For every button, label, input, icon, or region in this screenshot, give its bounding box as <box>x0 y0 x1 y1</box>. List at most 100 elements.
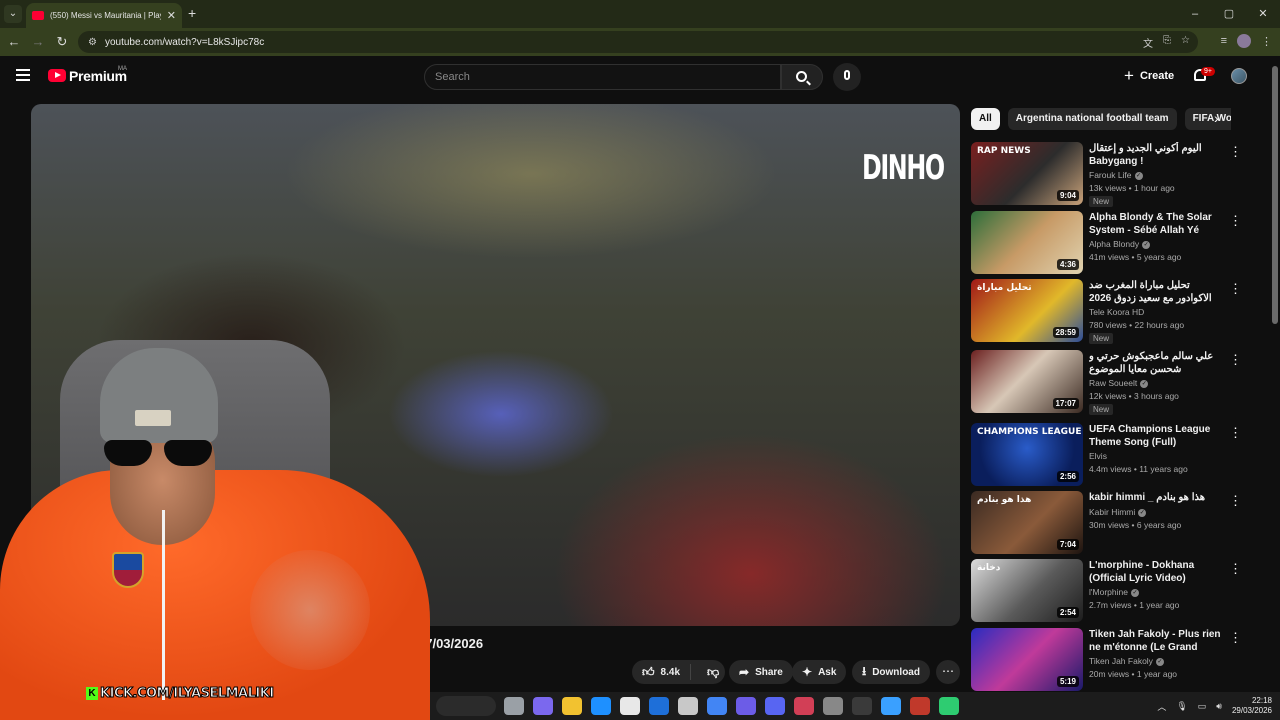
tray-chevron-icon[interactable]: ︿ <box>1157 700 1166 713</box>
recommendation-channel[interactable]: Elvis <box>1089 451 1107 461</box>
recommendation-title[interactable]: L'morphine - Dokhana (Official Lyric Vid… <box>1089 559 1224 585</box>
duration-badge: 7:04 <box>1056 539 1079 550</box>
tab-search-icon[interactable]: ⌄ <box>4 5 22 23</box>
menu-icon[interactable] <box>16 69 30 81</box>
more-options-icon[interactable]: ⋮ <box>1229 352 1242 368</box>
search-input[interactable]: Search <box>424 64 781 90</box>
recommendation-thumbnail[interactable]: هذا هو بنادم 7:04 <box>971 491 1083 554</box>
recommendation-thumbnail[interactable]: دخانة 2:54 <box>971 559 1083 622</box>
recommendation-item[interactable]: CHAMPIONS LEAGUE 2:56 UEFA Champions Leagu… <box>971 423 1251 487</box>
recommendation-title[interactable]: تحليل مباراة المغرب ضد الاكوادور مع سعيد… <box>1089 279 1224 305</box>
recommendation-item[interactable]: هذا هو بنادم 7:04 kabir himmi _ هذا هو بنا… <box>971 491 1251 555</box>
recommendation-channel[interactable]: l'Morphine ✓ <box>1089 587 1139 597</box>
taskbar-app-icon[interactable] <box>939 697 959 715</box>
taskbar-app-icon[interactable] <box>736 697 756 715</box>
taskbar-app-icon[interactable] <box>678 697 698 715</box>
taskbar-app-icon[interactable] <box>794 697 814 715</box>
recommendation-title[interactable]: Alpha Blondy & The Solar System - Sébé A… <box>1089 211 1224 237</box>
voice-search-button[interactable] <box>833 63 861 91</box>
create-button[interactable]: + Create <box>1124 67 1174 84</box>
youtube-logo-icon[interactable] <box>48 69 66 82</box>
recommendation-title[interactable]: UEFA Champions League Theme Song (Full) <box>1089 423 1224 449</box>
recommendation-title[interactable]: Tiken Jah Fakoly - Plus rien ne m'étonne… <box>1089 628 1224 654</box>
more-actions-button[interactable]: ⋯ <box>936 660 960 684</box>
chip-fifa[interactable]: FIFA Wo <box>1184 108 1231 130</box>
back-arrow-icon[interactable]: ← <box>6 34 22 49</box>
taskbar-app-icon[interactable] <box>649 697 669 715</box>
chip-all[interactable]: All <box>971 108 1000 130</box>
chip-argentina[interactable]: Argentina national football team <box>1007 108 1177 130</box>
taskbar-app-icon[interactable] <box>765 697 785 715</box>
maximize-button[interactable]: ▢ <box>1212 0 1246 28</box>
taskbar-app-icon[interactable] <box>910 697 930 715</box>
taskbar-search[interactable] <box>436 696 496 716</box>
recommendation-item[interactable]: RAP NEWS 9:04 اليوم أكوني الجديد و إعتقال … <box>971 142 1251 207</box>
search-button[interactable] <box>781 64 823 90</box>
recommendation-channel[interactable]: Raw Soueelt ✓ <box>1089 378 1149 388</box>
recommendation-thumbnail[interactable]: CHAMPIONS LEAGUE 2:56 <box>971 423 1083 486</box>
recommendation-title[interactable]: اليوم أكوني الجديد و إعتقال Babygang ! <box>1089 142 1224 168</box>
recommendation-thumbnail[interactable]: 4:36 <box>971 211 1083 274</box>
recommendation-item[interactable]: تحليل مباراة 28:59 تحليل مباراة المغرب ضد … <box>971 279 1251 344</box>
more-options-icon[interactable]: ⋮ <box>1229 144 1242 160</box>
recommendation-item[interactable]: 5:19 Tiken Jah Fakoly - Plus rien ne m'ét… <box>971 628 1251 692</box>
recommendation-item[interactable]: 17:07 علي سالم ماعجبكوش حرتي و شحسن معايا… <box>971 350 1251 415</box>
microphone-tray-icon[interactable]: 🎙︎ <box>1176 701 1187 712</box>
minimize-button[interactable]: – <box>1178 0 1212 28</box>
chevron-right-icon[interactable]: › <box>1214 110 1219 126</box>
recommendation-channel[interactable]: Kabir Himmi ✓ <box>1089 507 1147 517</box>
taskbar-app-icon[interactable] <box>852 697 872 715</box>
taskbar-app-icon[interactable] <box>620 697 640 715</box>
taskbar-app-icon[interactable] <box>823 697 843 715</box>
taskbar-app-icon[interactable] <box>562 697 582 715</box>
install-icon[interactable]: ⎘ <box>1163 35 1171 50</box>
recommendation-thumbnail[interactable]: تحليل مباراة 28:59 <box>971 279 1083 342</box>
translate-icon[interactable]: 文 <box>1143 35 1153 50</box>
new-tab-button[interactable]: + <box>188 5 196 21</box>
bookmark-star-icon[interactable]: ☆ <box>1181 35 1190 50</box>
recommendation-item[interactable]: 4:36 Alpha Blondy & The Solar System - Sé… <box>971 211 1251 275</box>
taskbar-app-icon[interactable] <box>707 697 727 715</box>
more-options-icon[interactable]: ⋮ <box>1229 213 1242 229</box>
recommendation-channel[interactable]: Tele Koora HD <box>1089 307 1144 317</box>
site-info-icon[interactable]: ⚙ <box>88 37 97 48</box>
recommendation-channel[interactable]: Farouk Life ✓ <box>1089 170 1143 180</box>
taskbar-app-icon[interactable] <box>881 697 901 715</box>
dislike-button[interactable]: 👎︎ <box>697 665 729 680</box>
volume-icon[interactable]: 🔊︎ <box>1216 701 1222 712</box>
like-button[interactable]: 👍︎ 8.4k <box>632 664 692 680</box>
share-button[interactable]: ➦ Share <box>729 660 793 684</box>
scrollbar-thumb[interactable] <box>1272 66 1278 324</box>
recommendation-channel[interactable]: Tiken Jah Fakoly ✓ <box>1089 656 1164 666</box>
ask-button[interactable]: ✦ Ask <box>792 660 847 684</box>
more-options-icon[interactable]: ⋮ <box>1229 281 1242 297</box>
more-options-icon[interactable]: ⋮ <box>1229 493 1242 509</box>
taskbar-app-icon[interactable] <box>504 697 524 715</box>
network-icon[interactable]: ▭ <box>1198 701 1207 712</box>
recommendation-title[interactable]: kabir himmi _ هذا هو بنادم <box>1089 491 1224 504</box>
taskbar-clock[interactable]: 22:18 29/03/2026 <box>1232 696 1272 716</box>
tab-close-icon[interactable]: ✕ <box>167 9 176 22</box>
taskbar-app-icon[interactable] <box>533 697 553 715</box>
account-avatar[interactable] <box>1231 68 1247 84</box>
address-bar[interactable]: ⚙ youtube.com/watch?v=L8kSJipc78c <box>78 31 1198 53</box>
recommendation-item[interactable]: دخانة 2:54 L'morphine - Dokhana (Official … <box>971 559 1251 623</box>
recommendation-thumbnail[interactable]: 17:07 <box>971 350 1083 413</box>
recommendation-thumbnail[interactable]: 5:19 <box>971 628 1083 691</box>
more-options-icon[interactable]: ⋮ <box>1229 561 1242 577</box>
recommendation-thumbnail[interactable]: RAP NEWS 9:04 <box>971 142 1083 205</box>
browser-tab-active[interactable]: (550) Messi vs Mauritania | Play ✕ <box>26 3 182 28</box>
more-options-icon[interactable]: ⋮ <box>1229 630 1242 646</box>
more-options-icon[interactable]: ⋮ <box>1229 425 1242 441</box>
reload-icon[interactable]: ↻ <box>54 34 70 50</box>
taskbar-app-icon[interactable] <box>591 697 611 715</box>
forward-arrow-icon[interactable]: → <box>30 34 46 49</box>
extensions-icon[interactable]: ≡ <box>1221 35 1227 47</box>
download-button[interactable]: ⭳ Download <box>852 660 930 684</box>
close-window-button[interactable]: ✕ <box>1246 0 1280 28</box>
browser-menu-icon[interactable]: ⋮ <box>1261 35 1272 48</box>
profile-avatar[interactable] <box>1237 34 1251 48</box>
page-scrollbar[interactable] <box>1270 58 1280 690</box>
recommendation-title[interactable]: علي سالم ماعجبكوش حرتي و شحسن معايا المو… <box>1089 350 1224 376</box>
recommendation-channel[interactable]: Alpha Blondy ✓ <box>1089 239 1151 249</box>
